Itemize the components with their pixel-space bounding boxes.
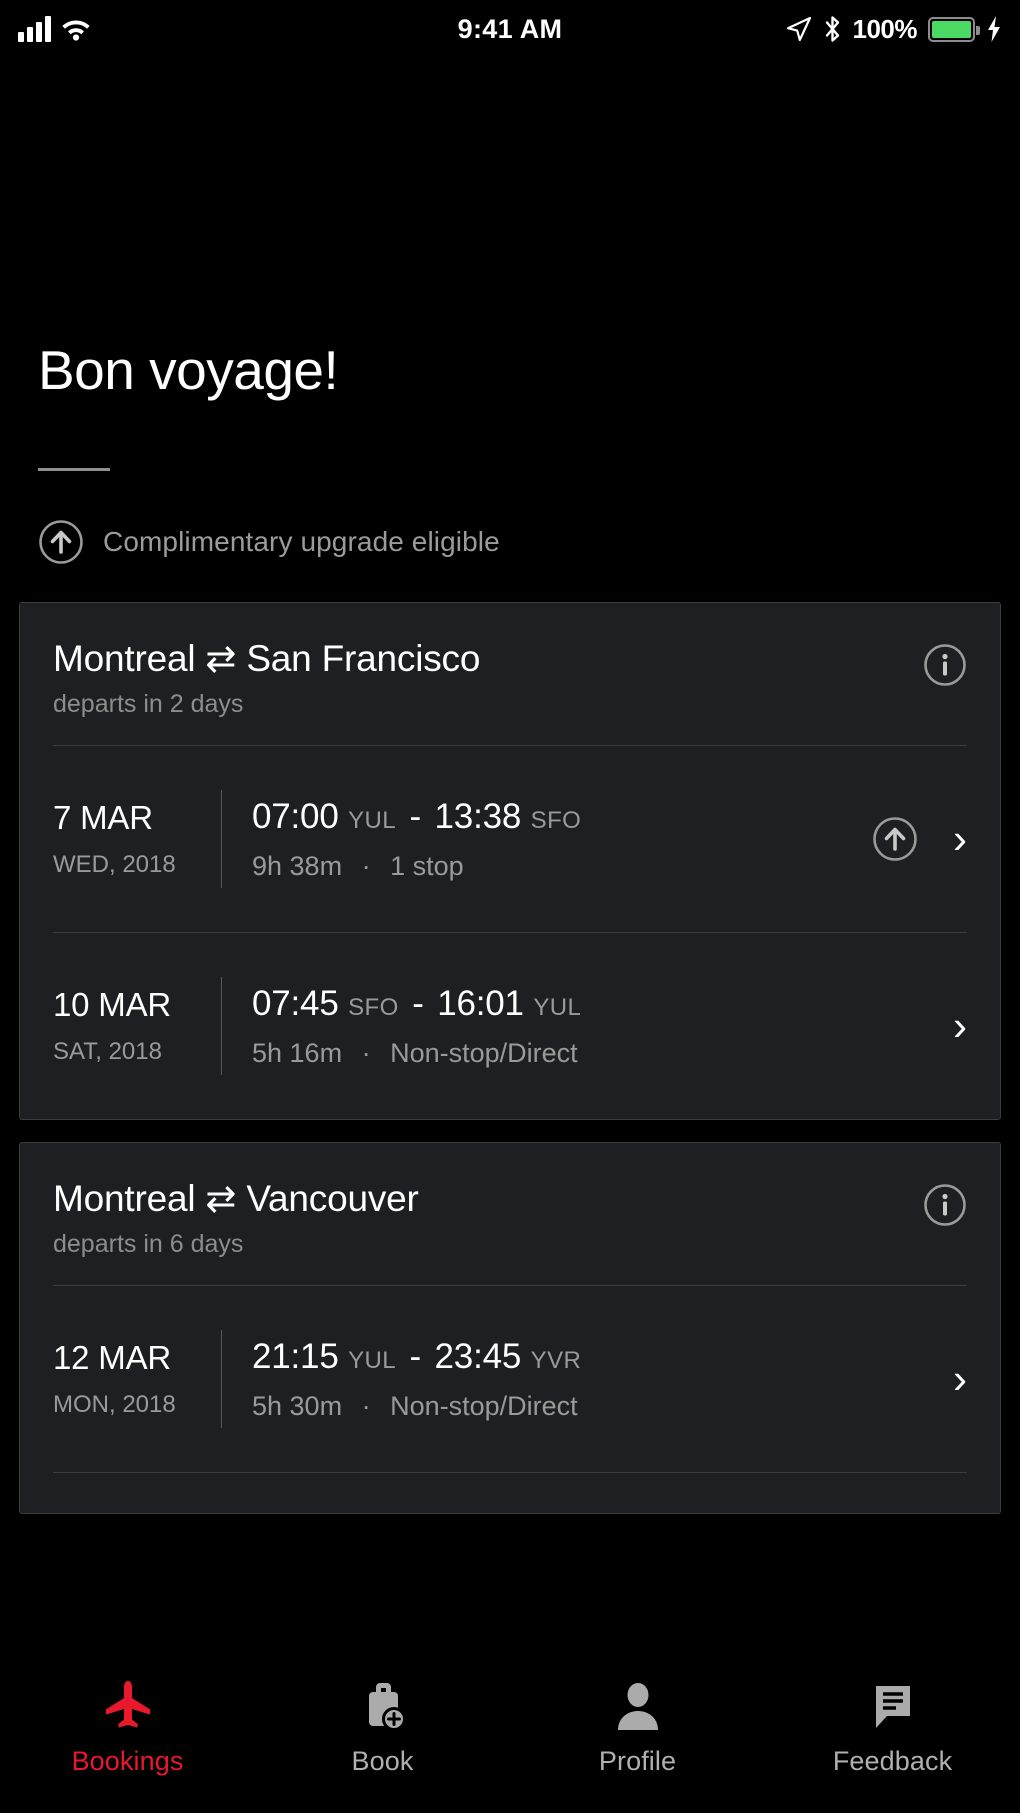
flight-stops: Non-stop/Direct bbox=[390, 1037, 578, 1068]
flight-date: 10 MAR bbox=[53, 986, 172, 1023]
tab-profile[interactable]: Profile bbox=[510, 1678, 765, 1777]
title-divider bbox=[38, 468, 110, 471]
booking-card-header-text: Montreal ⇄ San Francisco departs in 2 da… bbox=[53, 637, 909, 719]
flight-detail-column: 21:15 YUL - 23:45 YVR 5h 30m · Non-stop/… bbox=[222, 1337, 941, 1422]
circle-up-arrow-icon bbox=[39, 520, 83, 564]
depart-time: 07:45 bbox=[252, 983, 339, 1023]
upgrade-legend: Complimentary upgrade eligible bbox=[38, 519, 982, 565]
circle-up-arrow-icon bbox=[873, 817, 917, 861]
booking-card[interactable]: Montreal ⇄ San Francisco departs in 2 da… bbox=[19, 602, 1001, 1120]
battery-percent-label: 100% bbox=[852, 13, 918, 44]
app-screen: 9:41 AM 100% Bon voyage! Complimentary u… bbox=[0, 0, 1020, 1813]
flight-duration-stops: 5h 16m · Non-stop/Direct bbox=[252, 1038, 941, 1069]
arrive-time: 23:45 bbox=[434, 1336, 522, 1376]
tab-label: Bookings bbox=[71, 1746, 184, 1776]
tab-book[interactable]: Book bbox=[255, 1678, 510, 1777]
tab-bookings[interactable]: Bookings bbox=[0, 1678, 255, 1777]
chevron-right-icon[interactable]: › bbox=[953, 1005, 967, 1047]
status-bar: 9:41 AM 100% bbox=[0, 0, 1020, 58]
page-title: Bon voyage! bbox=[38, 339, 339, 401]
status-bar-right: 100% bbox=[786, 14, 1003, 45]
info-circle-icon bbox=[924, 644, 966, 686]
info-circle-icon bbox=[924, 1184, 966, 1226]
flight-upgrade-badge bbox=[871, 815, 919, 863]
bottom-tab-bar: Bookings Book Profile Feedback bbox=[0, 1648, 1020, 1813]
route-title: Montreal ⇄ San Francisco bbox=[53, 638, 481, 679]
booking-card-header: Montreal ⇄ Vancouver departs in 6 days bbox=[20, 1143, 1000, 1285]
signal-bars-icon bbox=[18, 16, 51, 42]
arrive-airport-code: YVR bbox=[530, 1346, 582, 1374]
chat-bubble-icon bbox=[865, 1678, 921, 1734]
flight-duration: 5h 16m bbox=[252, 1037, 343, 1068]
flight-stops: Non-stop/Direct bbox=[390, 1390, 578, 1421]
charging-bolt-icon bbox=[988, 16, 1000, 42]
header-area: Bon voyage! Complimentary upgrade eligib… bbox=[0, 58, 1020, 565]
flight-row[interactable]: 10 MAR SAT, 2018 07:45 SFO - 16:01 YUL 5… bbox=[20, 933, 1000, 1119]
booking-info-button[interactable] bbox=[909, 643, 967, 687]
depart-airport-code: YUL bbox=[348, 1346, 397, 1374]
flight-duration-stops: 9h 38m · 1 stop bbox=[252, 851, 859, 882]
flight-date: 12 MAR bbox=[53, 1339, 172, 1376]
flight-duration-stops: 5h 30m · Non-stop/Direct bbox=[252, 1391, 941, 1422]
flight-date-column: 10 MAR SAT, 2018 bbox=[53, 986, 221, 1066]
flight-times: 07:45 SFO - 16:01 YUL bbox=[252, 984, 941, 1024]
location-arrow-icon bbox=[786, 16, 811, 42]
flight-times: 07:00 YUL - 13:38 SFO bbox=[252, 797, 859, 837]
bluetooth-icon bbox=[825, 16, 839, 42]
departs-label: departs in 2 days bbox=[53, 690, 244, 718]
flight-duration: 5h 30m bbox=[252, 1390, 343, 1421]
depart-time: 21:15 bbox=[252, 1336, 339, 1376]
battery-icon bbox=[928, 16, 980, 42]
booking-card[interactable]: Montreal ⇄ Vancouver departs in 6 days 1… bbox=[19, 1142, 1001, 1514]
depart-airport-code: SFO bbox=[348, 993, 399, 1021]
flight-times: 21:15 YUL - 23:45 YVR bbox=[252, 1337, 941, 1377]
flight-row[interactable]: 7 MAR WED, 2018 07:00 YUL - 13:38 SFO 9h… bbox=[20, 746, 1000, 932]
tab-feedback[interactable]: Feedback bbox=[765, 1678, 1020, 1777]
person-icon bbox=[610, 1678, 666, 1734]
flight-detail-column: 07:45 SFO - 16:01 YUL 5h 16m · Non-stop/… bbox=[222, 984, 941, 1069]
depart-airport-code: YUL bbox=[348, 806, 397, 834]
arrive-airport-code: SFO bbox=[530, 806, 582, 834]
booking-card-header-text: Montreal ⇄ Vancouver departs in 6 days bbox=[53, 1177, 909, 1259]
flight-weekday-year: MON, 2018 bbox=[53, 1391, 176, 1418]
tab-label: Profile bbox=[598, 1746, 677, 1776]
flight-row-icons: › bbox=[941, 1005, 967, 1047]
time-separator: - bbox=[409, 796, 422, 836]
chevron-right-icon[interactable]: › bbox=[953, 1358, 967, 1400]
booking-card-header: Montreal ⇄ San Francisco departs in 2 da… bbox=[20, 603, 1000, 745]
booking-info-button[interactable] bbox=[909, 1183, 967, 1227]
departs-label: departs in 6 days bbox=[53, 1230, 244, 1258]
duration-stops-separator: · bbox=[361, 1037, 371, 1068]
flight-date-column: 12 MAR MON, 2018 bbox=[53, 1339, 221, 1419]
time-separator: - bbox=[409, 1336, 422, 1376]
flight-weekday-year: WED, 2018 bbox=[53, 851, 176, 878]
flight-row-icons: › bbox=[941, 1358, 967, 1400]
duration-stops-separator: · bbox=[361, 1390, 371, 1421]
status-bar-left bbox=[18, 16, 91, 42]
tab-label: Feedback bbox=[832, 1746, 953, 1776]
arrive-time: 16:01 bbox=[437, 983, 524, 1023]
arrive-time: 13:38 bbox=[434, 796, 522, 836]
flight-duration: 9h 38m bbox=[252, 850, 343, 881]
briefcase-plus-icon bbox=[355, 1678, 411, 1734]
duration-stops-separator: · bbox=[361, 850, 371, 881]
upgrade-legend-label: Complimentary upgrade eligible bbox=[103, 526, 500, 557]
arrive-airport-code: YUL bbox=[533, 993, 582, 1021]
depart-time: 07:00 bbox=[252, 796, 339, 836]
route-title: Montreal ⇄ Vancouver bbox=[53, 1178, 419, 1219]
time-separator: - bbox=[412, 983, 424, 1023]
chevron-right-icon[interactable]: › bbox=[953, 818, 967, 860]
bookings-list: Montreal ⇄ San Francisco departs in 2 da… bbox=[0, 602, 1020, 1648]
airplane-icon bbox=[100, 1678, 156, 1734]
flight-date-column: 7 MAR WED, 2018 bbox=[53, 799, 221, 879]
flight-date: 7 MAR bbox=[53, 799, 153, 836]
flight-row[interactable]: 12 MAR MON, 2018 21:15 YUL - 23:45 YVR 5… bbox=[20, 1286, 1000, 1472]
flight-weekday-year: SAT, 2018 bbox=[53, 1038, 162, 1065]
flight-row-icons: › bbox=[859, 815, 967, 863]
tab-label: Book bbox=[351, 1746, 414, 1776]
flight-detail-column: 07:00 YUL - 13:38 SFO 9h 38m · 1 stop bbox=[222, 797, 859, 882]
wifi-icon bbox=[62, 20, 90, 41]
flight-stops: 1 stop bbox=[390, 850, 464, 881]
